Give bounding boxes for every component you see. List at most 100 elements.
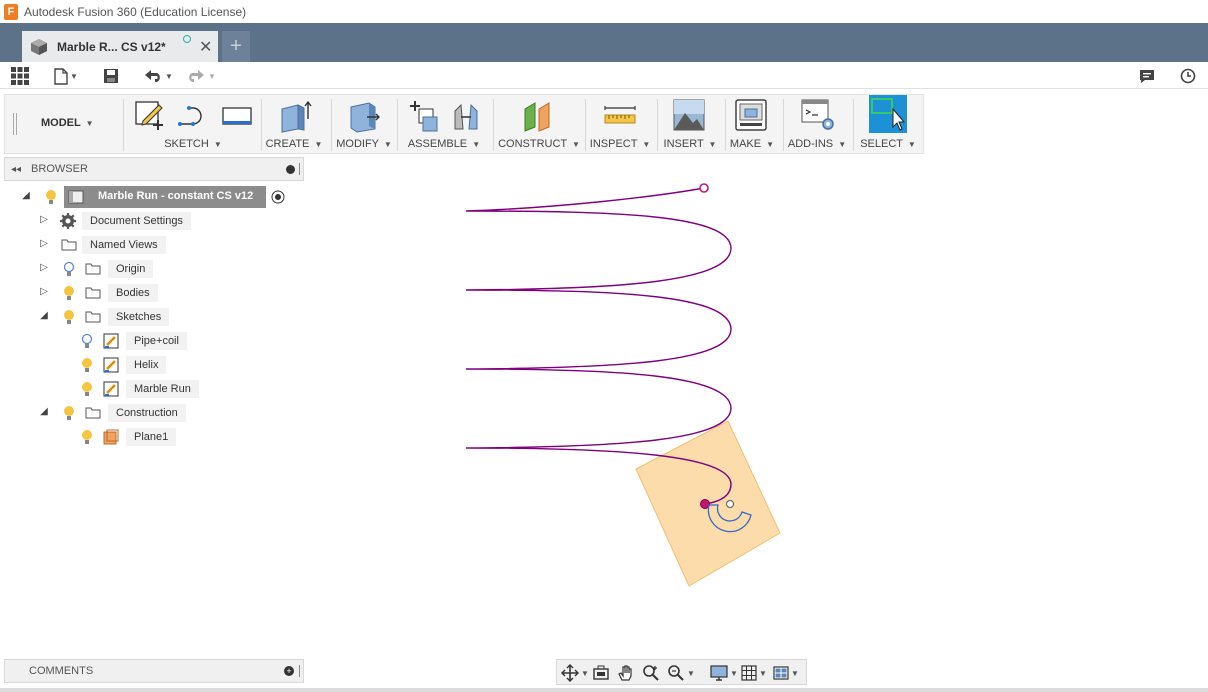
close-tab-icon[interactable]: ✕ (199, 37, 212, 57)
chat-icon (1140, 69, 1154, 83)
inspect-group: INSPECT ▼ (587, 95, 653, 153)
chevron-down-icon: ▼ (70, 71, 78, 81)
select-window-icon[interactable] (869, 95, 907, 133)
save-button[interactable] (103, 65, 119, 87)
select-group: SELECT ▼ (857, 95, 919, 153)
collapse-triangle-icon[interactable]: ◢ (38, 310, 50, 321)
visibility-bulb-icon[interactable] (45, 189, 57, 205)
activate-radio-icon[interactable] (271, 190, 285, 204)
panel-resize-handle[interactable] (299, 163, 301, 175)
panel-resize-handle[interactable] (299, 665, 301, 677)
panel-pin-icon[interactable] (286, 165, 295, 174)
file-icon (54, 67, 68, 85)
data-panel-button[interactable] (11, 65, 29, 87)
browser-title: BROWSER (31, 163, 88, 175)
window-title: Autodesk Fusion 360 (Education License) (24, 4, 247, 19)
expand-triangle-icon[interactable]: ▷ (38, 238, 50, 249)
assemble-group: ASSEMBLE ▼ (399, 95, 489, 153)
toolbar-ribbon: MODEL ▼ SKETCH ▼ CREATE ▼ MODIFY ▼ ASSEM… (4, 94, 924, 154)
viewports-button[interactable]: ▼ (773, 664, 799, 682)
orbit-button[interactable]: ▼ (561, 664, 589, 682)
profile-center-point[interactable] (726, 500, 734, 508)
new-component-icon[interactable] (407, 99, 441, 133)
undo-button[interactable]: ▼ (143, 65, 173, 87)
canvas-viewport[interactable] (304, 155, 1208, 655)
measure-icon[interactable] (603, 105, 637, 127)
rectangle-tool-icon[interactable] (221, 105, 253, 127)
modify-menu[interactable]: MODIFY ▼ (333, 138, 395, 150)
press-pull-icon[interactable] (347, 99, 381, 133)
add-comment-icon[interactable]: + (284, 666, 294, 676)
inspect-menu[interactable]: INSPECT ▼ (587, 138, 653, 150)
assemble-menu[interactable]: ASSEMBLE ▼ (399, 138, 489, 150)
visibility-bulb-off-icon[interactable] (63, 261, 75, 277)
visibility-bulb-off-icon[interactable] (81, 333, 93, 349)
document-tab-label: Marble R... CS v12* (57, 39, 166, 54)
visibility-bulb-icon[interactable] (81, 429, 93, 445)
redo-icon (189, 70, 204, 82)
add-ins-menu[interactable]: ADD-INS ▼ (785, 138, 849, 150)
sketch-icon (103, 381, 119, 397)
collapse-triangle-icon[interactable]: ◢ (38, 406, 50, 417)
make-menu[interactable]: MAKE ▼ (727, 138, 777, 150)
chevron-down-icon: ▼ (581, 668, 589, 678)
document-tab[interactable]: Marble R... CS v12* ✕ (22, 31, 218, 62)
comments-panel-header[interactable]: COMMENTS + (4, 659, 304, 683)
visibility-bulb-icon[interactable] (63, 405, 75, 421)
collapse-panel-icon[interactable]: ◂◂ (11, 164, 21, 175)
visibility-bulb-icon[interactable] (81, 357, 93, 373)
workspace-switcher[interactable]: MODEL ▼ (41, 117, 94, 129)
job-status-button[interactable] (1180, 65, 1196, 87)
extrude-icon[interactable] (278, 99, 312, 133)
collapse-triangle-icon[interactable]: ◢ (20, 190, 32, 201)
scripts-icon[interactable] (801, 99, 835, 131)
select-menu[interactable]: SELECT ▼ (857, 138, 919, 150)
sketch-group: SKETCH ▼ (127, 95, 259, 153)
expand-triangle-icon[interactable]: ▷ (38, 262, 50, 273)
ribbon-separator (725, 99, 726, 151)
add-ins-label: ADD-INS (787, 138, 834, 150)
line-tool-icon[interactable] (177, 105, 209, 129)
comments-toggle-button[interactable] (1139, 65, 1155, 87)
3d-print-icon[interactable] (735, 99, 767, 131)
hand-pan-icon (618, 665, 632, 681)
make-label: MAKE (729, 138, 762, 150)
sync-status-icon (183, 35, 191, 43)
display-settings-button[interactable]: ▼ (710, 664, 738, 682)
ribbon-grip-handle[interactable] (13, 113, 17, 135)
visibility-bulb-icon[interactable] (63, 309, 75, 325)
gear-icon (60, 213, 76, 229)
tree-item-label: Sketches (108, 308, 170, 326)
look-at-button[interactable] (593, 664, 609, 682)
grid-settings-button[interactable]: ▼ (741, 664, 767, 682)
expand-triangle-icon[interactable]: ▷ (38, 214, 50, 225)
chevron-down-icon: ▼ (213, 140, 222, 149)
insert-image-icon[interactable] (673, 99, 705, 131)
zoom-button[interactable] (642, 664, 660, 682)
visibility-bulb-icon[interactable] (63, 285, 75, 301)
create-sketch-icon[interactable] (133, 99, 165, 131)
chevron-down-icon: ▼ (165, 71, 173, 81)
zoom-icon (643, 665, 659, 681)
visibility-bulb-icon[interactable] (81, 381, 93, 397)
sketch-label: SKETCH (164, 138, 209, 150)
joint-icon[interactable] (449, 99, 483, 133)
offset-plane-icon[interactable] (521, 99, 555, 133)
ribbon-separator (123, 99, 124, 151)
browser-panel-header[interactable]: ◂◂ BROWSER (4, 157, 304, 181)
create-group: CREATE ▼ (263, 95, 325, 153)
sketch-menu[interactable]: SKETCH ▼ (127, 138, 259, 150)
expand-triangle-icon[interactable]: ▷ (38, 286, 50, 297)
file-menu-button[interactable]: ▼ (54, 65, 78, 87)
insert-group: INSERT ▼ (659, 95, 721, 153)
construct-menu[interactable]: CONSTRUCT ▼ (495, 138, 583, 150)
redo-button[interactable]: ▼ (186, 65, 216, 87)
new-tab-button[interactable]: + (222, 31, 250, 62)
create-menu[interactable]: CREATE ▼ (263, 138, 325, 150)
pan-button[interactable] (617, 664, 635, 682)
insert-menu[interactable]: INSERT ▼ (659, 138, 721, 150)
navigation-bar: ▼ ▼ ▼ ▼ ▼ (556, 659, 807, 685)
fit-button[interactable]: ▼ (667, 664, 695, 682)
chevron-down-icon: ▼ (85, 119, 94, 128)
path-start-point[interactable] (699, 183, 709, 193)
